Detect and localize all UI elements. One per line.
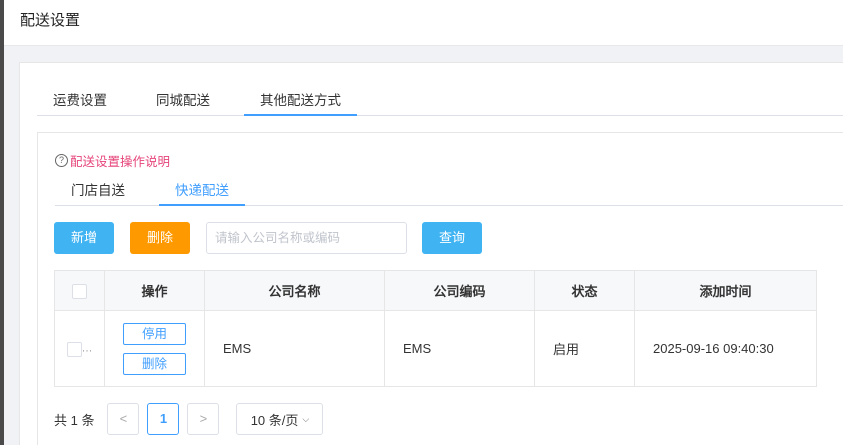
sub-tab-express-delivery[interactable]: 快递配送 xyxy=(159,179,245,206)
added-time-cell: 2025-09-16 09:40:30 xyxy=(634,310,817,387)
sub-tab-store-delivery[interactable]: 门店自送 xyxy=(55,179,141,206)
page-title: 配送设置 xyxy=(20,12,81,29)
sub-tab-bar: 门店自送 快递配送 xyxy=(55,174,843,206)
question-circle-icon: ? xyxy=(55,154,68,167)
row-select-ellipsis: … xyxy=(81,343,93,356)
tab-same-city-delivery[interactable]: 同城配送 xyxy=(140,89,226,116)
search-input[interactable] xyxy=(206,222,407,254)
chevron-down-icon: ⌵ xyxy=(302,413,310,424)
column-header-added-time: 添加时间 xyxy=(634,270,817,311)
top-tab-bar: 运费设置 同城配送 其他配送方式 xyxy=(37,85,843,116)
page-number-button[interactable]: 1 xyxy=(147,403,180,435)
select-all-checkbox[interactable] xyxy=(72,283,87,299)
row-delete-button[interactable]: 删除 xyxy=(123,352,186,375)
table-row: … 停用 删除 EMS EMS 启用 2025-09-16 09:40:30 xyxy=(54,310,817,387)
next-page-button[interactable]: > xyxy=(187,403,220,435)
row-actions-cell: 停用 删除 xyxy=(104,310,205,387)
prev-page-button[interactable]: < xyxy=(107,403,140,435)
settings-card: 运费设置 同城配送 其他配送方式 ? 配送设置操作说明 门店自送 快递配送 新增… xyxy=(19,62,843,445)
column-header-company-name: 公司名称 xyxy=(204,270,385,311)
company-code-cell: EMS xyxy=(384,310,535,387)
select-all-header xyxy=(54,270,105,311)
disable-button[interactable]: 停用 xyxy=(123,322,186,345)
row-checkbox[interactable] xyxy=(66,341,82,357)
delete-button[interactable]: 删除 xyxy=(130,222,190,254)
tab-freight-settings[interactable]: 运费设置 xyxy=(37,89,123,116)
pagination: 共 1 条 < 1 > 10 条/页 ⌵ xyxy=(54,403,324,435)
page-size-select[interactable]: 10 条/页 ⌵ xyxy=(236,403,324,435)
table-header-row: 操作 公司名称 公司编码 状态 添加时间 xyxy=(54,270,817,311)
column-header-status: 状态 xyxy=(534,270,635,311)
pagination-total: 共 1 条 xyxy=(54,412,95,428)
page-size-value: 10 条/页 xyxy=(250,412,299,428)
add-button[interactable]: 新增 xyxy=(54,222,114,254)
company-name-cell: EMS xyxy=(204,310,385,387)
company-table: 操作 公司名称 公司编码 状态 添加时间 … 停用 删除 EMS EMS 启用 … xyxy=(54,270,817,387)
column-header-company-code: 公司编码 xyxy=(384,270,535,311)
column-header-actions: 操作 xyxy=(104,270,205,311)
row-select-cell: … xyxy=(54,310,105,387)
tab-other-delivery-methods[interactable]: 其他配送方式 xyxy=(244,89,357,116)
help-link-text: 配送设置操作说明 xyxy=(70,155,171,169)
query-button[interactable]: 查询 xyxy=(422,222,482,254)
status-cell: 启用 xyxy=(534,310,635,387)
page-header: 配送设置 xyxy=(4,0,843,46)
help-link[interactable]: ? 配送设置操作说明 xyxy=(55,151,170,170)
delivery-panel: ? 配送设置操作说明 门店自送 快递配送 新增 删除 查询 操作 xyxy=(37,132,843,445)
